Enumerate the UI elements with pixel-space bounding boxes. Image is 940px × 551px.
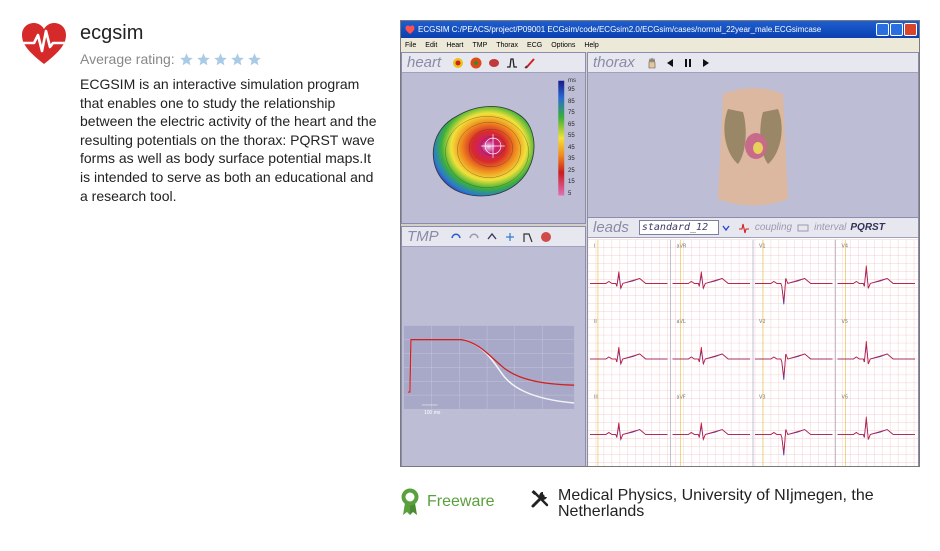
leads-select[interactable]: standard_12 <box>638 220 719 235</box>
heart-mesh-icon[interactable] <box>487 56 501 70</box>
window-controls <box>876 23 917 36</box>
rating-row: Average rating: <box>80 50 262 68</box>
license-info: Freeware <box>400 488 495 516</box>
lead-label: I <box>594 244 595 250</box>
menu-help[interactable]: Help <box>584 42 598 49</box>
app-title: ecgsim <box>80 22 144 44</box>
tmp-shape-icon[interactable] <box>521 230 535 244</box>
legend-tick: 25 <box>568 167 575 174</box>
rating-stars <box>179 52 262 67</box>
menu-edit[interactable]: Edit <box>425 42 437 49</box>
ecg-leads-grid[interactable]: IaVR V1 V4II aVL V2 V5III aVF V3 V6 <box>588 239 918 467</box>
reset-icon[interactable] <box>485 230 499 244</box>
tmp-scale-label: 100 ms <box>424 410 441 416</box>
interval-icon[interactable] <box>796 221 810 235</box>
heart-pane: heart ms 95 85 75 65 55 45 35 25 15 5 <box>401 52 586 224</box>
legend-tick: 35 <box>568 156 575 162</box>
rating-label: Average rating: <box>80 51 175 67</box>
menu-tmp[interactable]: TMP <box>472 42 487 49</box>
interval-label[interactable]: interval <box>814 222 846 233</box>
coupling-label[interactable]: coupling <box>755 222 792 233</box>
legend-tick: 55 <box>568 133 575 139</box>
thorax-pane: thorax <box>587 52 919 224</box>
lead-label: II <box>594 319 597 325</box>
crosshair-icon[interactable] <box>503 230 517 244</box>
heart-pane-label: heart <box>407 54 442 71</box>
play-icon[interactable] <box>699 56 713 70</box>
menu-heart[interactable]: Heart <box>446 42 463 49</box>
undo-icon[interactable] <box>449 230 463 244</box>
star-icon <box>179 52 193 65</box>
star-icon <box>247 52 261 65</box>
legend-tick: 5 <box>568 190 572 197</box>
lead-label: aVL <box>676 319 685 325</box>
leads-pane: leads standard_12 coupling interval PQRS… <box>587 217 919 467</box>
leads-toolbar: leads standard_12 coupling interval PQRS… <box>588 218 918 238</box>
star-icon <box>196 52 210 65</box>
developer-info: Medical Physics, University of NIjmegen,… <box>530 488 918 520</box>
tmp-heart-icon[interactable] <box>539 230 553 244</box>
play-back-icon[interactable] <box>663 56 677 70</box>
app-heart-logo-icon <box>22 23 66 64</box>
hand-icon[interactable] <box>645 56 659 70</box>
thorax-toolbar: thorax <box>588 53 918 73</box>
leads-pane-label: leads <box>593 219 629 236</box>
star-icon <box>213 52 227 65</box>
redo-icon[interactable] <box>467 230 481 244</box>
menubar: File Edit Heart TMP Thorax ECG Options H… <box>401 38 919 52</box>
app-screenshot[interactable]: ECGSIM C:/PEACS/project/P09001 ECGsim/co… <box>400 20 920 467</box>
menu-ecg[interactable]: ECG <box>527 42 542 49</box>
lead-label: aVR <box>676 244 686 250</box>
chevron-down-icon[interactable] <box>719 221 733 235</box>
tmp-plot[interactable] <box>402 248 585 467</box>
app-description: ECGSIM is an interactive simulation prog… <box>80 76 377 204</box>
heart-color-icon[interactable] <box>469 56 483 70</box>
tmp-toolbar: TMP <box>402 227 585 247</box>
pen-tool-icon[interactable] <box>523 56 537 70</box>
lead-label: V6 <box>841 395 848 401</box>
heart-toolbar: heart <box>402 53 585 73</box>
star-icon <box>230 52 244 65</box>
heart-icon <box>405 25 415 34</box>
lead-label: V5 <box>841 319 848 325</box>
pqrst-mode-label[interactable]: PQRST <box>850 222 884 233</box>
heart-view-icon[interactable] <box>451 56 465 70</box>
developer-text: Medical Physics, University of NIjmegen,… <box>558 487 874 520</box>
menu-file[interactable]: File <box>405 42 416 49</box>
minimize-icon[interactable] <box>876 23 889 36</box>
legend-tick: 15 <box>568 179 575 185</box>
legend-tick: 85 <box>568 98 575 105</box>
legend-tick: 95 <box>568 87 575 93</box>
lead-label: V2 <box>759 319 766 325</box>
thorax-model[interactable] <box>588 74 918 224</box>
lead-label: V4 <box>841 244 848 250</box>
tmp-pane-label: TMP <box>407 228 439 245</box>
heart-activation-map[interactable] <box>402 74 585 224</box>
legend-unit: ms <box>568 78 576 84</box>
close-icon[interactable] <box>904 23 917 36</box>
maximize-icon[interactable] <box>890 23 903 36</box>
legend-tick: 45 <box>568 144 575 151</box>
lead-label: V1 <box>759 244 766 250</box>
window-titlebar: ECGSIM C:/PEACS/project/P09001 ECGsim/co… <box>401 21 919 38</box>
award-ribbon-icon <box>401 488 419 515</box>
ecg-marker-icon[interactable] <box>737 221 751 235</box>
legend-tick: 75 <box>568 110 575 116</box>
thorax-pane-label: thorax <box>593 54 635 71</box>
menu-thorax[interactable]: Thorax <box>496 42 518 49</box>
window-title: ECGSIM C:/PEACS/project/P09001 ECGsim/co… <box>418 25 822 34</box>
tmp-pane: TMP 100 ms <box>401 226 586 467</box>
legend-tick: 65 <box>568 121 575 128</box>
tools-icon <box>531 490 549 508</box>
lead-label: aVF <box>676 395 685 401</box>
lead-label: V3 <box>759 395 766 401</box>
waveform-icon[interactable] <box>505 56 519 70</box>
menu-options[interactable]: Options <box>551 42 575 49</box>
license-text: Freeware <box>427 493 495 510</box>
pause-icon[interactable] <box>681 56 695 70</box>
